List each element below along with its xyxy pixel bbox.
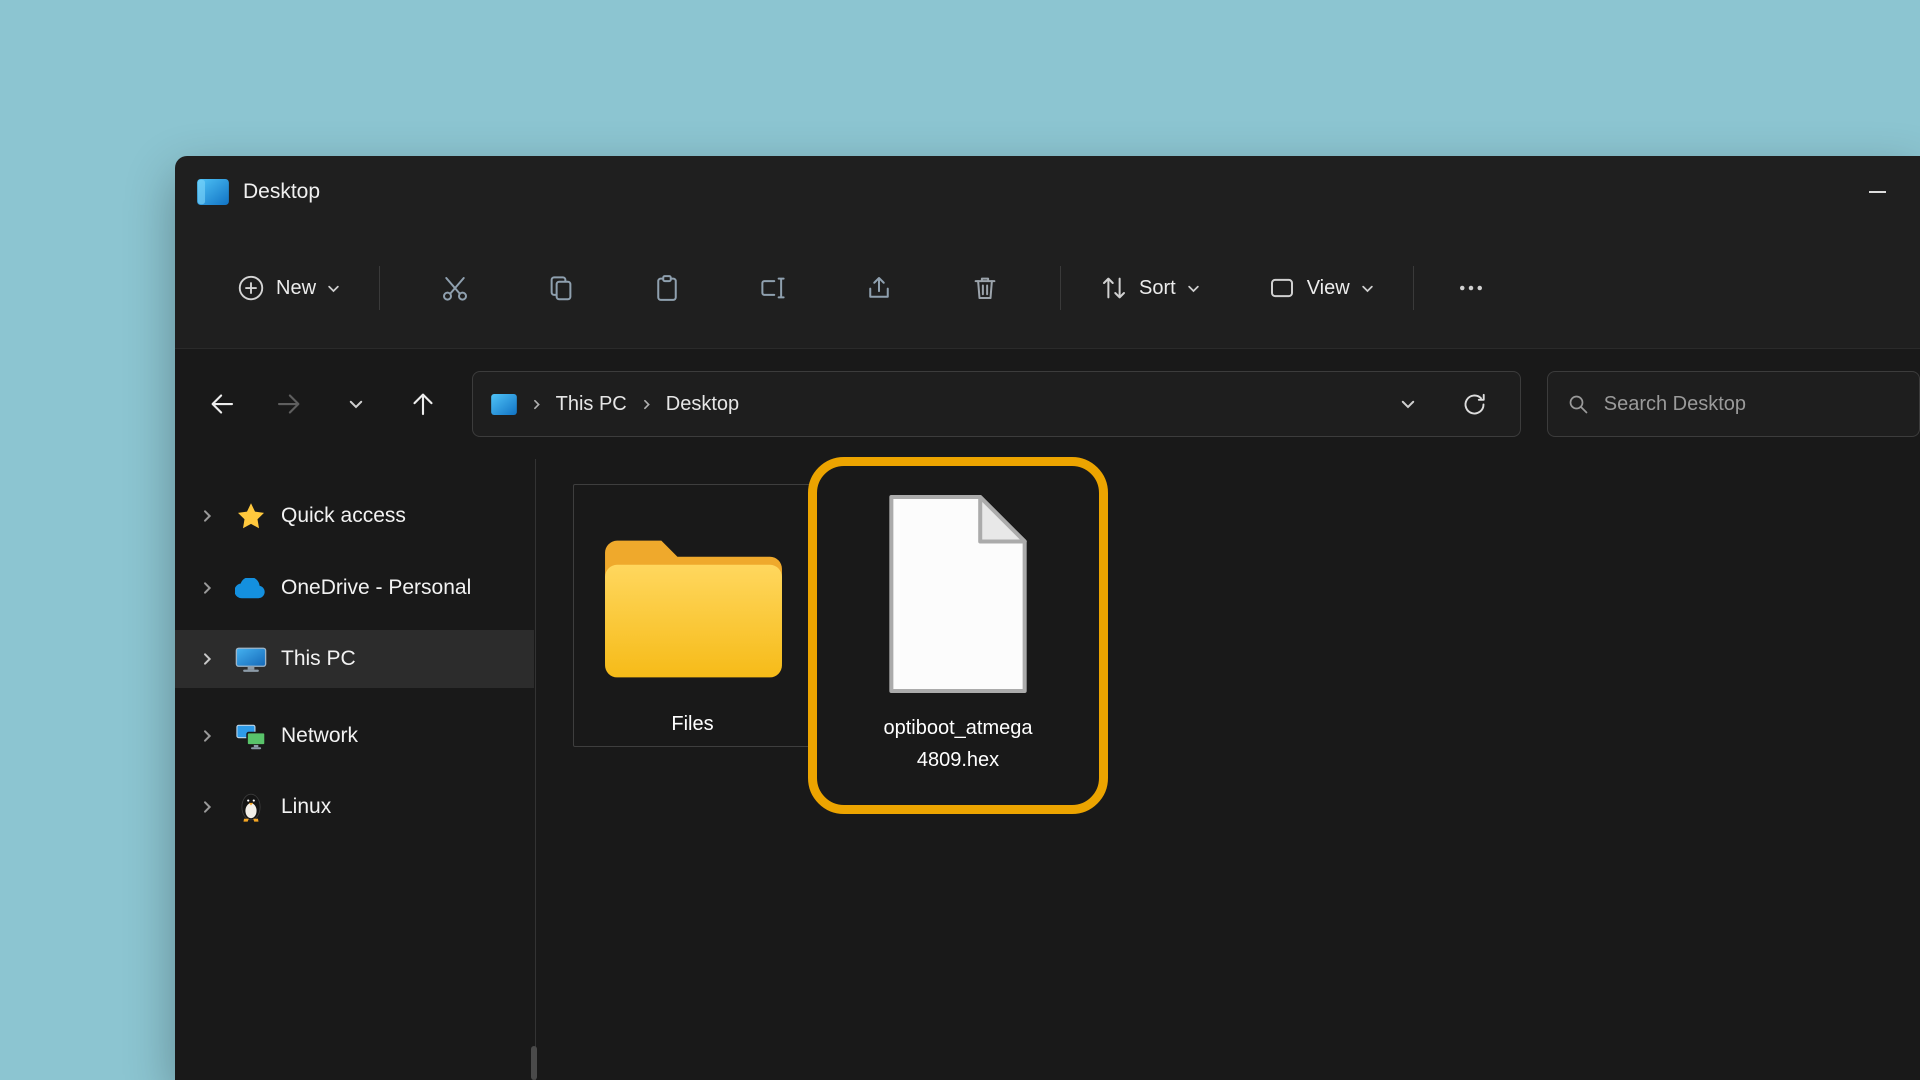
file-item-hex[interactable]: optiboot_atmega 4809.hex [836,469,1080,779]
chevron-down-icon [1186,281,1201,296]
new-button-label: New [276,277,316,300]
nav-back-button[interactable] [197,376,246,432]
sidebar-item-this-pc[interactable]: This PC [175,630,534,688]
expand-chevron-icon[interactable] [199,508,215,524]
window-title: Desktop [243,180,320,204]
sidebar-item-network[interactable]: Network [175,707,534,765]
paste-button[interactable] [638,260,696,316]
sidebar: Quick access OneDrive - Personal [175,459,535,1080]
chevron-down-icon [1360,281,1375,296]
sort-arrows-icon [1099,273,1129,303]
chevron-down-icon [326,281,341,296]
paste-icon [652,273,682,303]
minimize-button[interactable] [1856,170,1898,214]
expand-chevron-icon[interactable] [199,799,215,815]
plus-circle-icon [236,273,266,303]
rename-icon [758,273,788,303]
search-placeholder: Search Desktop [1604,393,1746,416]
share-button[interactable] [850,260,908,316]
view-button-label: View [1307,277,1350,300]
sidebar-item-quick-access[interactable]: Quick access [175,487,534,545]
chevron-down-icon [347,395,365,413]
breadcrumb-chevron-icon [640,398,653,411]
forward-arrow-icon [274,389,304,419]
view-box-icon [1267,273,1297,303]
titlebar: Desktop [175,156,1920,228]
penguin-icon [235,791,267,823]
content-area[interactable]: Files optiboot_atmega 4809.hex [536,459,1920,1080]
new-button[interactable]: New [220,260,357,316]
toolbar-separator [1060,266,1061,310]
toolbar-separator [379,266,380,310]
more-dots-icon [1456,273,1486,303]
delete-button[interactable] [956,260,1014,316]
breadcrumb-desktop[interactable]: Desktop [666,393,739,416]
sidebar-item-onedrive[interactable]: OneDrive - Personal [175,559,534,617]
file-name-line-2: 4809.hex [853,744,1063,776]
share-icon [864,273,894,303]
file-name: optiboot_atmega 4809.hex [853,712,1063,776]
sidebar-item-label: Quick access [281,504,406,528]
minimize-icon [1869,191,1886,193]
nav-forward-button[interactable] [264,376,313,432]
network-icon [235,720,267,752]
file-name-line-1: optiboot_atmega [853,712,1063,744]
command-bar: New [175,228,1920,349]
up-arrow-icon [408,389,438,419]
cloud-icon [235,572,267,604]
copy-icon [546,273,576,303]
expand-chevron-icon[interactable] [199,728,215,744]
view-button[interactable]: View [1251,260,1391,316]
file-item-files[interactable]: Files [573,484,812,747]
refresh-icon[interactable] [1461,391,1488,418]
scissors-icon [440,273,470,303]
sort-button-label: Sort [1139,277,1176,300]
expand-chevron-icon[interactable] [199,651,215,667]
copy-button[interactable] [532,260,590,316]
sidebar-item-label: OneDrive - Personal [281,576,471,600]
folder-icon [597,523,790,687]
search-icon [1566,392,1590,416]
breadcrumb-this-pc[interactable]: This PC [556,393,627,416]
trash-icon [970,273,1000,303]
sidebar-item-label: This PC [281,647,356,671]
recent-locations-button[interactable] [331,376,380,432]
sidebar-item-linux[interactable]: Linux [175,778,534,836]
star-icon [235,500,267,532]
rename-button[interactable] [744,260,802,316]
cut-button[interactable] [426,260,484,316]
back-arrow-icon [207,389,237,419]
file-explorer-window: Desktop New [175,156,1920,1080]
file-name: Files [574,713,811,736]
navigation-bar: This PC Desktop Search Desktop [175,349,1920,459]
explorer-body: Quick access OneDrive - Personal [175,459,1920,1080]
sidebar-item-label: Linux [281,795,331,819]
nav-up-button[interactable] [398,376,447,432]
more-button[interactable] [1442,260,1500,316]
search-box[interactable]: Search Desktop [1547,371,1920,437]
sidebar-item-label: Network [281,724,358,748]
expand-chevron-icon[interactable] [199,580,215,596]
breadcrumb-chevron-icon [530,398,543,411]
monitor-icon [235,643,267,675]
desktop-app-icon [197,179,229,205]
address-dropdown-icon[interactable] [1399,395,1417,413]
address-bar-controls [1399,391,1502,418]
toolbar-separator [1413,266,1414,310]
document-icon [879,493,1037,695]
desktop-location-icon [491,394,517,415]
sort-button[interactable]: Sort [1083,260,1217,316]
address-bar[interactable]: This PC Desktop [472,371,1521,437]
